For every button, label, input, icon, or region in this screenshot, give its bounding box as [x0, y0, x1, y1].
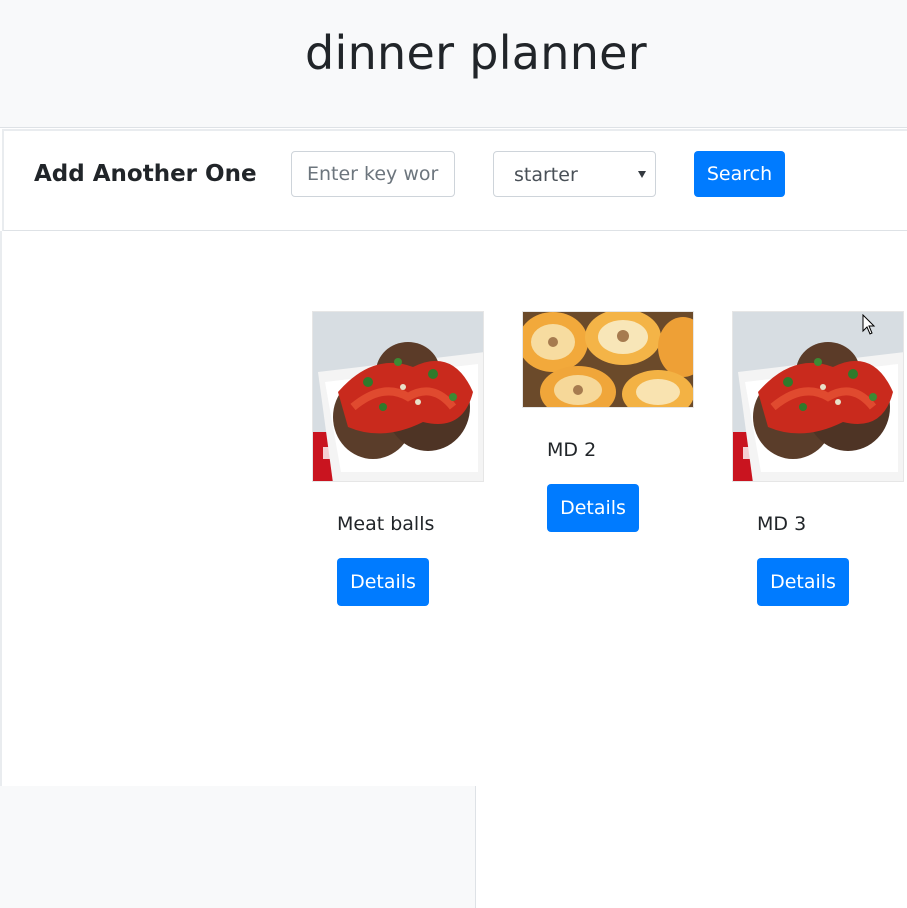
details-button[interactable]: Details	[547, 484, 639, 532]
dish-type-select[interactable]: starter	[493, 151, 656, 197]
details-button[interactable]: Details	[757, 558, 849, 606]
search-button[interactable]: Search	[694, 151, 785, 197]
dish-image-meatballs[interactable]	[732, 311, 904, 482]
page-header: dinner planner	[0, 0, 907, 128]
dish-name: MD 2	[547, 439, 597, 461]
search-heading: Add Another One	[34, 161, 257, 187]
search-bar: Add Another One starter Search	[2, 129, 907, 231]
dish-type-selected: starter	[514, 164, 578, 186]
mouse-cursor-icon	[862, 314, 876, 335]
keyword-input[interactable]	[291, 151, 455, 197]
sidebar-divider	[0, 231, 2, 786]
dish-card[interactable]: MD 3 Details	[732, 311, 904, 611]
page-title: dinner planner	[304, 26, 647, 80]
dish-name: Meat balls	[337, 513, 435, 535]
footer-panel	[0, 786, 476, 908]
details-button[interactable]: Details	[337, 558, 429, 606]
dish-card[interactable]: MD 2 Details	[522, 311, 694, 533]
dish-image-meatballs[interactable]	[312, 311, 484, 482]
dish-name: MD 3	[757, 513, 807, 535]
dish-card[interactable]: Meat balls Details	[312, 311, 484, 611]
chevron-down-icon	[638, 171, 646, 178]
dish-image-baked-peaches[interactable]	[522, 311, 694, 408]
